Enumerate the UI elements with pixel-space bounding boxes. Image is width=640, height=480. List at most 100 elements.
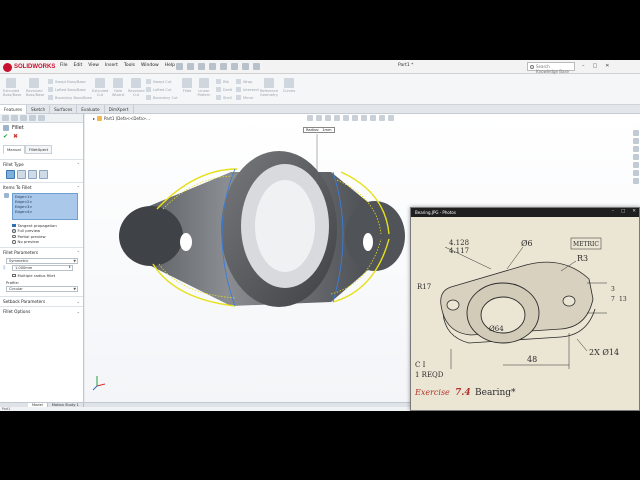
radio-icon <box>12 240 16 244</box>
swept-cut-button[interactable]: Swept Cut <box>146 79 171 84</box>
view-palette-icon[interactable] <box>632 162 639 168</box>
menu-view[interactable]: View <box>88 63 99 68</box>
extrude-boss-button[interactable]: Extruded Boss/Base <box>3 78 21 97</box>
fillet-method-select[interactable]: Symmetric ▼ <box>6 258 78 264</box>
wrap-button[interactable]: Wrap <box>236 79 252 84</box>
configuration-manager-icon[interactable] <box>20 115 27 121</box>
photos-close-button[interactable]: ✕ <box>632 209 636 214</box>
dim-side-2: 7 <box>611 296 615 303</box>
tab-manual[interactable]: Manual <box>3 145 25 154</box>
setback-parameters-group: Setback Parameters ⌄ <box>0 295 83 306</box>
photos-window[interactable]: Bearing.JPG - Photos – □ ✕ 4.128 4.117 Ø… <box>410 207 640 411</box>
save-icon[interactable] <box>198 63 205 70</box>
wrap-icon <box>236 79 241 84</box>
extrude-boss-icon <box>6 78 16 88</box>
spinner-icon[interactable]: ⬍ <box>68 265 71 269</box>
maximize-button[interactable]: □ <box>593 63 598 69</box>
document-title: Part1 * <box>398 63 414 68</box>
profile-select[interactable]: Circular ▼ <box>6 285 78 292</box>
options-header[interactable]: Fillet Options ⌄ <box>0 307 83 316</box>
menu-edit[interactable]: Edit <box>74 63 83 68</box>
select-icon[interactable] <box>231 63 238 70</box>
print-icon[interactable] <box>209 63 216 70</box>
intersect-button[interactable]: Intersect <box>236 87 259 92</box>
fillet-command-button[interactable]: Fillet <box>180 78 194 93</box>
rib-button[interactable]: Rib <box>216 79 229 84</box>
draft-button[interactable]: Draft <box>216 87 232 92</box>
boundary-boss-button[interactable]: Boundary Boss/Base <box>48 95 92 100</box>
parameters-header[interactable]: Fillet Parameters ⌃ <box>0 248 83 257</box>
extruded-cut-button[interactable]: Extruded Cut <box>92 78 108 97</box>
list-item[interactable]: Edge<4> <box>15 210 75 215</box>
menu-help[interactable]: Help <box>165 63 175 68</box>
property-manager-icon[interactable] <box>11 115 18 121</box>
items-header[interactable]: Items To Fillet ⌃ <box>0 183 83 192</box>
close-button[interactable]: ✕ <box>605 63 609 69</box>
feature-tree-icon[interactable] <box>2 115 9 121</box>
edges-selection-list[interactable]: Edge<1> Edge<2> Edge<3> Edge<4> <box>12 193 78 220</box>
bearing-part[interactable] <box>119 134 405 307</box>
custom-properties-icon[interactable] <box>632 178 639 184</box>
setback-header[interactable]: Setback Parameters ⌄ <box>0 297 83 306</box>
dim-4117: 4.117 <box>449 247 469 255</box>
ok-button[interactable]: ✔ <box>3 133 8 141</box>
tab-dimxpert[interactable]: DimXpert <box>105 105 134 114</box>
revolve-boss-button[interactable]: Revolved Boss/Base <box>26 78 44 97</box>
hole-wizard-button[interactable]: Hole Wizard <box>110 78 126 97</box>
photos-maximize-button[interactable]: □ <box>621 209 625 214</box>
open-icon[interactable] <box>187 63 194 70</box>
radius-input[interactable]: 1.000mm ⬍ <box>12 265 73 271</box>
design-library-icon[interactable] <box>632 146 639 152</box>
rebuild-icon[interactable] <box>242 63 249 70</box>
menu-insert[interactable]: Insert <box>105 63 118 68</box>
options-icon[interactable] <box>253 63 260 70</box>
metric-label: METRIC <box>573 241 599 248</box>
boundary-boss-icon <box>48 95 53 100</box>
home-icon[interactable] <box>632 130 639 136</box>
tab-evaluate[interactable]: Evaluate <box>77 105 105 114</box>
search-placeholder: Search Knowledge Base <box>536 64 569 74</box>
full-round-fillet-icon[interactable] <box>39 170 48 179</box>
revolved-cut-button[interactable]: Revolved Cut <box>128 78 145 97</box>
display-manager-icon[interactable] <box>38 115 45 121</box>
menu-file[interactable]: File <box>60 63 68 68</box>
tab-features[interactable]: Features <box>0 105 28 114</box>
dimxpert-manager-icon[interactable] <box>29 115 36 121</box>
minimize-button[interactable]: – <box>582 63 585 69</box>
reference-geometry-button[interactable]: Reference Geometry <box>258 78 280 97</box>
tab-filletxpert[interactable]: FilletXpert <box>24 145 53 154</box>
tab-sketch[interactable]: Sketch <box>27 105 51 114</box>
photos-window-controls: – □ ✕ <box>612 209 636 214</box>
photos-minimize-button[interactable]: – <box>612 209 614 214</box>
menu-window[interactable]: Window <box>141 63 159 68</box>
chevron-down-icon: ▼ <box>73 259 76 263</box>
boundary-cut-button[interactable]: Boundary Cut <box>146 95 178 100</box>
curves-button[interactable]: Curves <box>282 78 296 93</box>
search-icon <box>530 65 534 69</box>
file-explorer-icon[interactable] <box>632 154 639 160</box>
exercise-number: 7.4 <box>455 388 471 398</box>
tab-surfaces[interactable]: Surfaces <box>50 105 78 114</box>
swept-boss-button[interactable]: Swept Boss/Base <box>48 79 86 84</box>
dim-hole: 2X Ø14 <box>589 348 619 357</box>
letterbox-top <box>0 0 640 60</box>
appearances-icon[interactable] <box>632 170 639 176</box>
linear-pattern-button[interactable]: Linear Pattern <box>196 78 212 97</box>
fillet-type-header[interactable]: Fillet Type ⌃ <box>0 160 83 169</box>
face-fillet-icon[interactable] <box>28 170 37 179</box>
constant-size-fillet-icon[interactable] <box>6 170 15 179</box>
lofted-cut-button[interactable]: Lofted Cut <box>146 87 172 92</box>
no-preview-radio[interactable]: No preview <box>0 239 83 244</box>
variable-size-fillet-icon[interactable] <box>17 170 26 179</box>
dim-side-1: 3 <box>611 286 615 293</box>
menu-tools[interactable]: Tools <box>124 63 135 68</box>
mirror-button[interactable]: Mirror <box>236 95 254 100</box>
solidworks-logo[interactable]: SOLIDWORKS <box>3 62 55 72</box>
resources-icon[interactable] <box>632 138 639 144</box>
new-icon[interactable] <box>176 63 183 70</box>
search-input[interactable]: Search Knowledge Base <box>527 62 575 74</box>
lofted-boss-button[interactable]: Lofted Boss/Base <box>48 87 86 92</box>
undo-icon[interactable] <box>220 63 227 70</box>
cancel-button[interactable]: ✖ <box>13 133 18 141</box>
shell-button[interactable]: Shell <box>216 95 232 100</box>
